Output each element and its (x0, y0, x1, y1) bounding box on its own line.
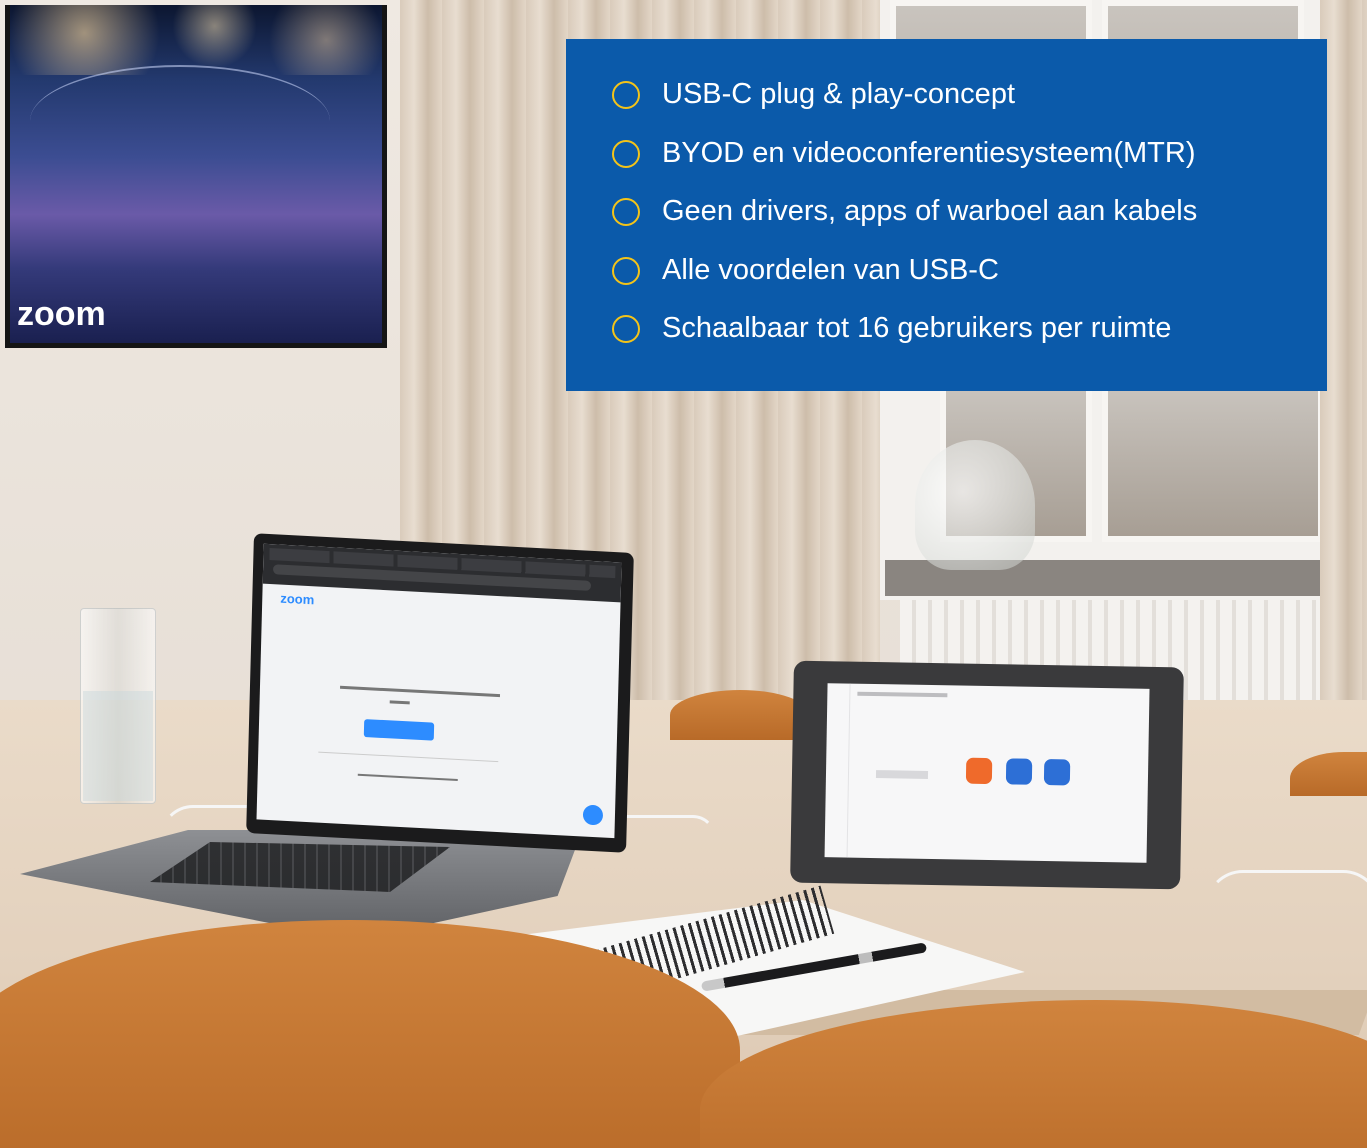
feature-label: USB-C plug & play-concept (662, 78, 1015, 110)
meeting-room-photo: zoom zoom USB-C plug & play-concept BYOD… (0, 0, 1367, 1148)
laptop-display: zoom (256, 543, 622, 839)
help-icon (582, 804, 604, 826)
circle-bullet-icon (612, 315, 640, 343)
tablet-header (857, 691, 948, 698)
text-line (389, 700, 410, 705)
circle-bullet-icon (612, 81, 640, 109)
circle-bullet-icon (612, 139, 640, 168)
refresh-button (875, 770, 929, 779)
feature-label: Geen drivers, apps of warboel aan kabels (662, 195, 1198, 227)
water-glass (80, 608, 156, 804)
bridge (30, 65, 330, 177)
tablet-screen (824, 683, 1150, 863)
usb-c-cable (1205, 870, 1367, 946)
circle-bullet-icon (612, 256, 640, 285)
window-pane (1102, 380, 1324, 542)
glass-vase (915, 440, 1035, 570)
laptop: zoom (246, 533, 634, 853)
feature-panel: USB-C plug & play-concept BYOD en videoc… (566, 39, 1327, 391)
browser-toolbar (262, 543, 622, 603)
orange-camera-icon (965, 757, 993, 785)
water (83, 691, 153, 801)
text-line (340, 685, 501, 698)
chair (670, 690, 810, 740)
divider (318, 751, 499, 763)
zoom-web-logo: zoom (280, 590, 315, 608)
wall-tv: zoom (5, 5, 387, 348)
tablet-sidebar (824, 683, 851, 858)
zoom-logo: zoom (17, 295, 106, 333)
blue-video-icon (1005, 758, 1033, 785)
feature-label: Alle voordelen van USB-C (662, 253, 999, 286)
tablet-controller (790, 660, 1184, 890)
blue-share-icon (1043, 758, 1071, 786)
launch-meeting-button (363, 719, 435, 741)
tv-screen: zoom (10, 5, 382, 343)
feature-label: BYOD en videoconferentiesysteem(MTR) (662, 136, 1196, 169)
feature-label: Schaalbaar tot 16 gebruikers per ruimte (662, 312, 1172, 344)
curtain (1320, 0, 1367, 760)
circle-bullet-icon (612, 198, 640, 226)
text-line (357, 773, 458, 781)
